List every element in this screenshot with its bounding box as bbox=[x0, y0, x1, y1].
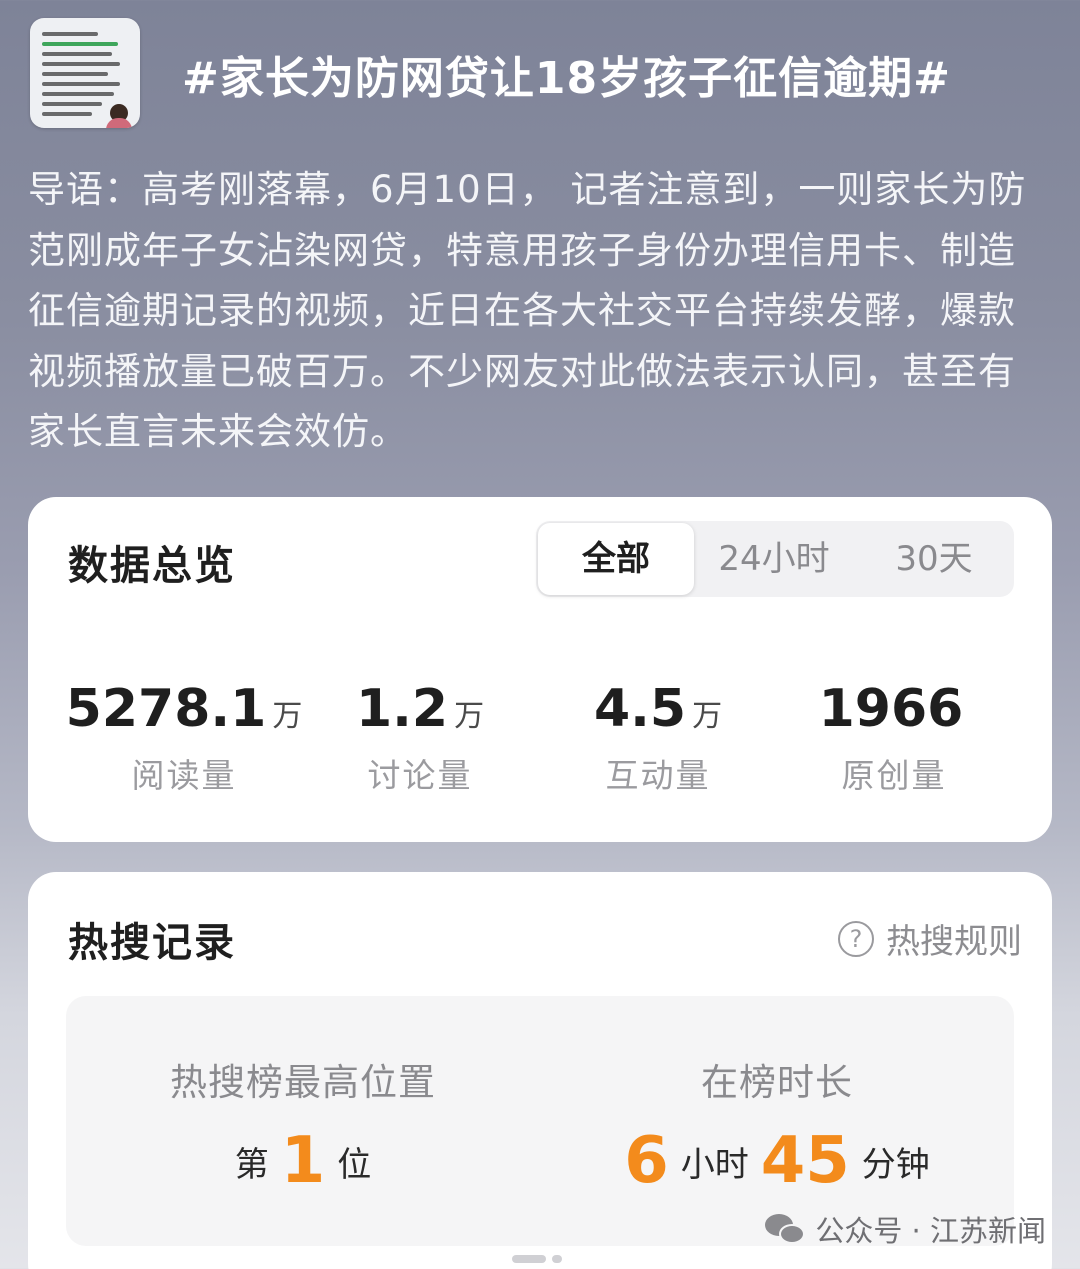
tab-all[interactable]: 全部 bbox=[538, 523, 694, 595]
watermark: 公众号 · 江苏新闻 bbox=[765, 1208, 1046, 1250]
stat-label: 讨论量 bbox=[367, 756, 473, 795]
duration-label: 在榜时长 bbox=[701, 1061, 853, 1104]
data-overview-card: 数据总览 全部 24小时 30天 5278.1 万 阅读量 1.2 万 讨论量 4.… bbox=[28, 497, 1052, 842]
hot-search-rules-label: 热搜规则 bbox=[886, 922, 1022, 962]
stat-value: 1.2 万 bbox=[355, 679, 485, 739]
hot-search-rules-link[interactable]: ? 热搜规则 bbox=[838, 914, 1022, 963]
topic-thumbnail[interactable] bbox=[30, 18, 140, 128]
stat-value: 4.5 万 bbox=[593, 679, 723, 739]
avatar-icon bbox=[106, 104, 132, 128]
stat-label: 原创量 bbox=[841, 756, 947, 795]
stat-value: 1966 bbox=[818, 679, 964, 739]
wechat-icon bbox=[765, 1212, 807, 1246]
stat-value: 5278.1 万 bbox=[65, 679, 303, 739]
stat-interactions: 4.5 万 互动量 bbox=[538, 679, 778, 797]
tab-24h[interactable]: 24小时 bbox=[694, 521, 854, 597]
peak-position: 热搜榜最高位置 第1位 bbox=[66, 996, 540, 1246]
stat-originals: 1966 原创量 bbox=[774, 679, 1014, 797]
topic-title: #家长为防网贷让18岁孩子征信逾期# bbox=[182, 53, 951, 104]
question-circle-icon: ? bbox=[838, 920, 874, 957]
stat-reads: 5278.1 万 阅读量 bbox=[64, 679, 304, 797]
watermark-text: 公众号 · 江苏新闻 bbox=[815, 1214, 1046, 1248]
stat-label: 阅读量 bbox=[131, 756, 237, 795]
time-range-tabs: 全部 24小时 30天 bbox=[536, 521, 1014, 597]
stat-label: 互动量 bbox=[605, 756, 711, 795]
hot-search-title: 热搜记录 bbox=[68, 920, 236, 966]
duration-value: 6 小时 45 分钟 bbox=[624, 1124, 930, 1198]
page-indicator bbox=[512, 1248, 568, 1267]
peak-position-label: 热搜榜最高位置 bbox=[170, 1061, 436, 1104]
topic-header: #家长为防网贷让18岁孩子征信逾期# bbox=[30, 18, 1060, 128]
data-overview-title: 数据总览 bbox=[68, 543, 236, 589]
topic-intro: 导语：高考刚落幕，6月10日， 记者注意到，一则家长为防范刚成年子女沾染网贷，特… bbox=[28, 168, 1027, 453]
peak-position-value: 第1位 bbox=[234, 1124, 372, 1198]
stat-discussions: 1.2 万 讨论量 bbox=[300, 679, 540, 797]
tab-30d[interactable]: 30天 bbox=[854, 521, 1014, 597]
